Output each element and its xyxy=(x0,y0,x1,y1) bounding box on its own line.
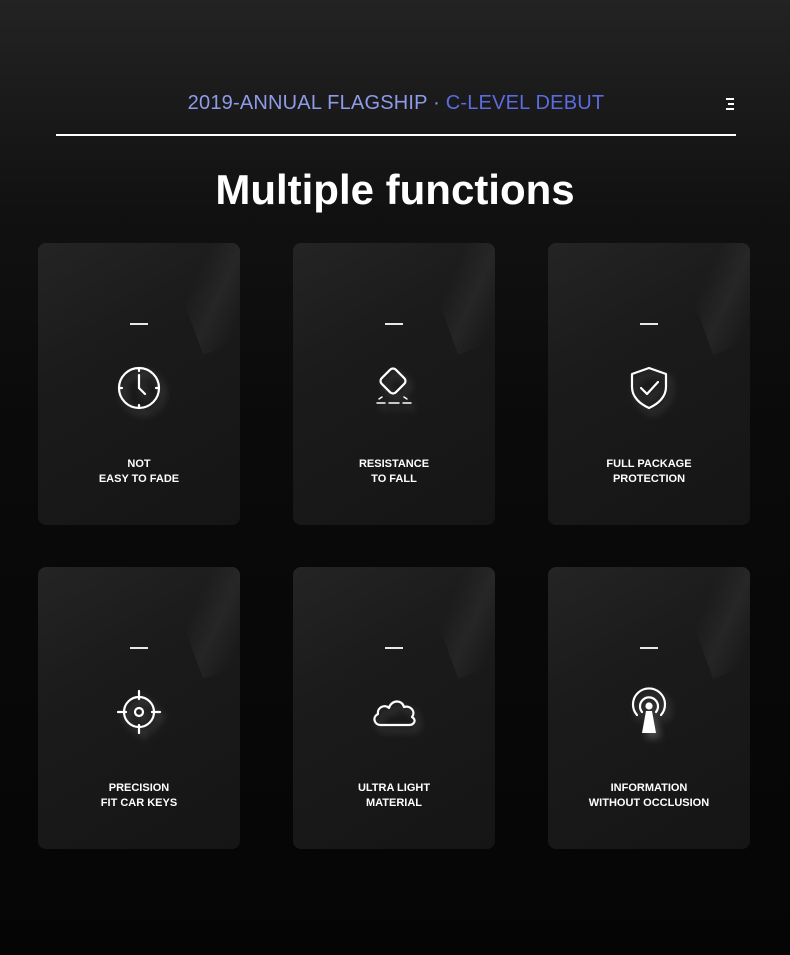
feature-card-ultra-light: ULTRA LIGHT MATERIAL xyxy=(293,567,495,849)
feature-label-line2: PROTECTION xyxy=(612,473,686,485)
feature-card-full-package-protection: FULL PACKAGE PROTECTION xyxy=(548,243,750,525)
tagline: 2019-ANNUAL FLAGSHIP · C-LEVEL DEBUT xyxy=(56,92,736,115)
feature-card-information-without-occlusion: INFORMATION WITHOUT OCCLUSION xyxy=(548,567,750,849)
feature-label: RESISTANCE TO FALL xyxy=(293,457,495,487)
feature-label: INFORMATION WITHOUT OCCLUSION xyxy=(548,781,750,811)
page-title: Multiple functions xyxy=(215,166,575,213)
feature-label-line1: INFORMATION xyxy=(610,782,688,794)
header: 2019-ANNUAL FLAGSHIP · C-LEVEL DEBUT xyxy=(56,88,736,136)
card-dash xyxy=(640,647,658,649)
tagline-left: 2019-ANNUAL FLAGSHIP xyxy=(187,92,428,114)
feature-label: ULTRA LIGHT MATERIAL xyxy=(293,781,495,811)
feature-label-line2: TO FALL xyxy=(371,473,417,485)
feature-label-line1: RESISTANCE xyxy=(358,458,430,470)
card-dash xyxy=(130,323,148,325)
feature-label-line2: FIT CAR KEYS xyxy=(100,797,178,809)
feature-label-line2: EASY TO FADE xyxy=(98,473,180,485)
feature-label: PRECISION FIT CAR KEYS xyxy=(38,781,240,811)
clock-icon xyxy=(114,363,164,413)
feature-card-precision-fit: PRECISION FIT CAR KEYS xyxy=(38,567,240,849)
feature-label-line1: PRECISION xyxy=(108,782,170,794)
cloud-icon xyxy=(369,687,419,737)
card-dash xyxy=(385,323,403,325)
signal-tower-icon xyxy=(624,687,674,737)
drop-impact-icon xyxy=(369,363,419,413)
card-dash xyxy=(640,323,658,325)
crosshair-icon xyxy=(114,687,164,737)
feature-label-line2: MATERIAL xyxy=(365,797,422,809)
feature-label: FULL PACKAGE PROTECTION xyxy=(548,457,750,487)
card-dash xyxy=(130,647,148,649)
feature-label-line1: FULL PACKAGE xyxy=(606,458,692,470)
card-dash xyxy=(385,647,403,649)
shield-check-icon xyxy=(624,363,674,413)
feature-label-line2: WITHOUT OCCLUSION xyxy=(588,797,710,809)
menu-icon[interactable] xyxy=(726,98,736,112)
feature-label-line1: ULTRA LIGHT xyxy=(357,782,431,794)
tagline-right: C-LEVEL DEBUT xyxy=(445,92,605,114)
feature-label-line1: NOT xyxy=(127,458,151,470)
feature-label: NOT EASY TO FADE xyxy=(38,457,240,487)
feature-card-resistance-to-fall: RESISTANCE TO FALL xyxy=(293,243,495,525)
feature-card-not-easy-to-fade: NOT EASY TO FADE xyxy=(38,243,240,525)
tagline-separator: · xyxy=(433,92,440,114)
